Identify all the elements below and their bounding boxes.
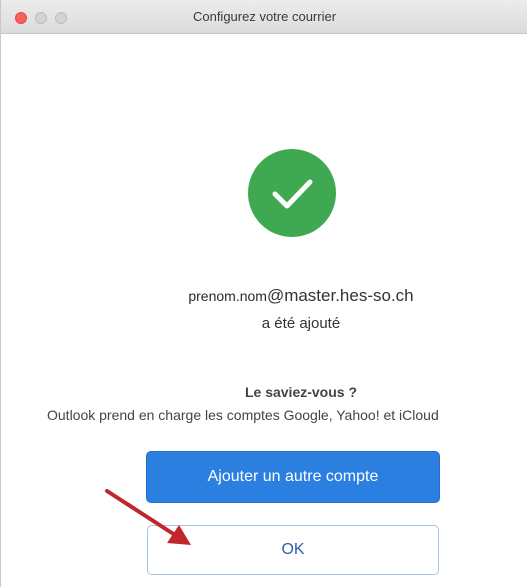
success-check-icon — [248, 149, 336, 237]
email-local-part: prenom.nom — [188, 288, 267, 304]
tip-heading: Le saviez-vous ? — [244, 384, 358, 400]
tip-body: Outlook prend en charge les comptes Goog… — [47, 407, 439, 423]
account-added-message: a été ajouté — [261, 315, 341, 332]
title-bar: Configurez votre courrier — [1, 0, 527, 34]
account-email: prenom.nom@master.hes-so.ch — [1, 286, 527, 306]
setup-window: Configurez votre courrier prenom.nom@mas… — [0, 0, 527, 587]
window-title: Configurez votre courrier — [192, 9, 337, 24]
red-arrow-icon — [105, 489, 191, 545]
email-domain-part: @master.hes-so.ch — [266, 286, 414, 305]
